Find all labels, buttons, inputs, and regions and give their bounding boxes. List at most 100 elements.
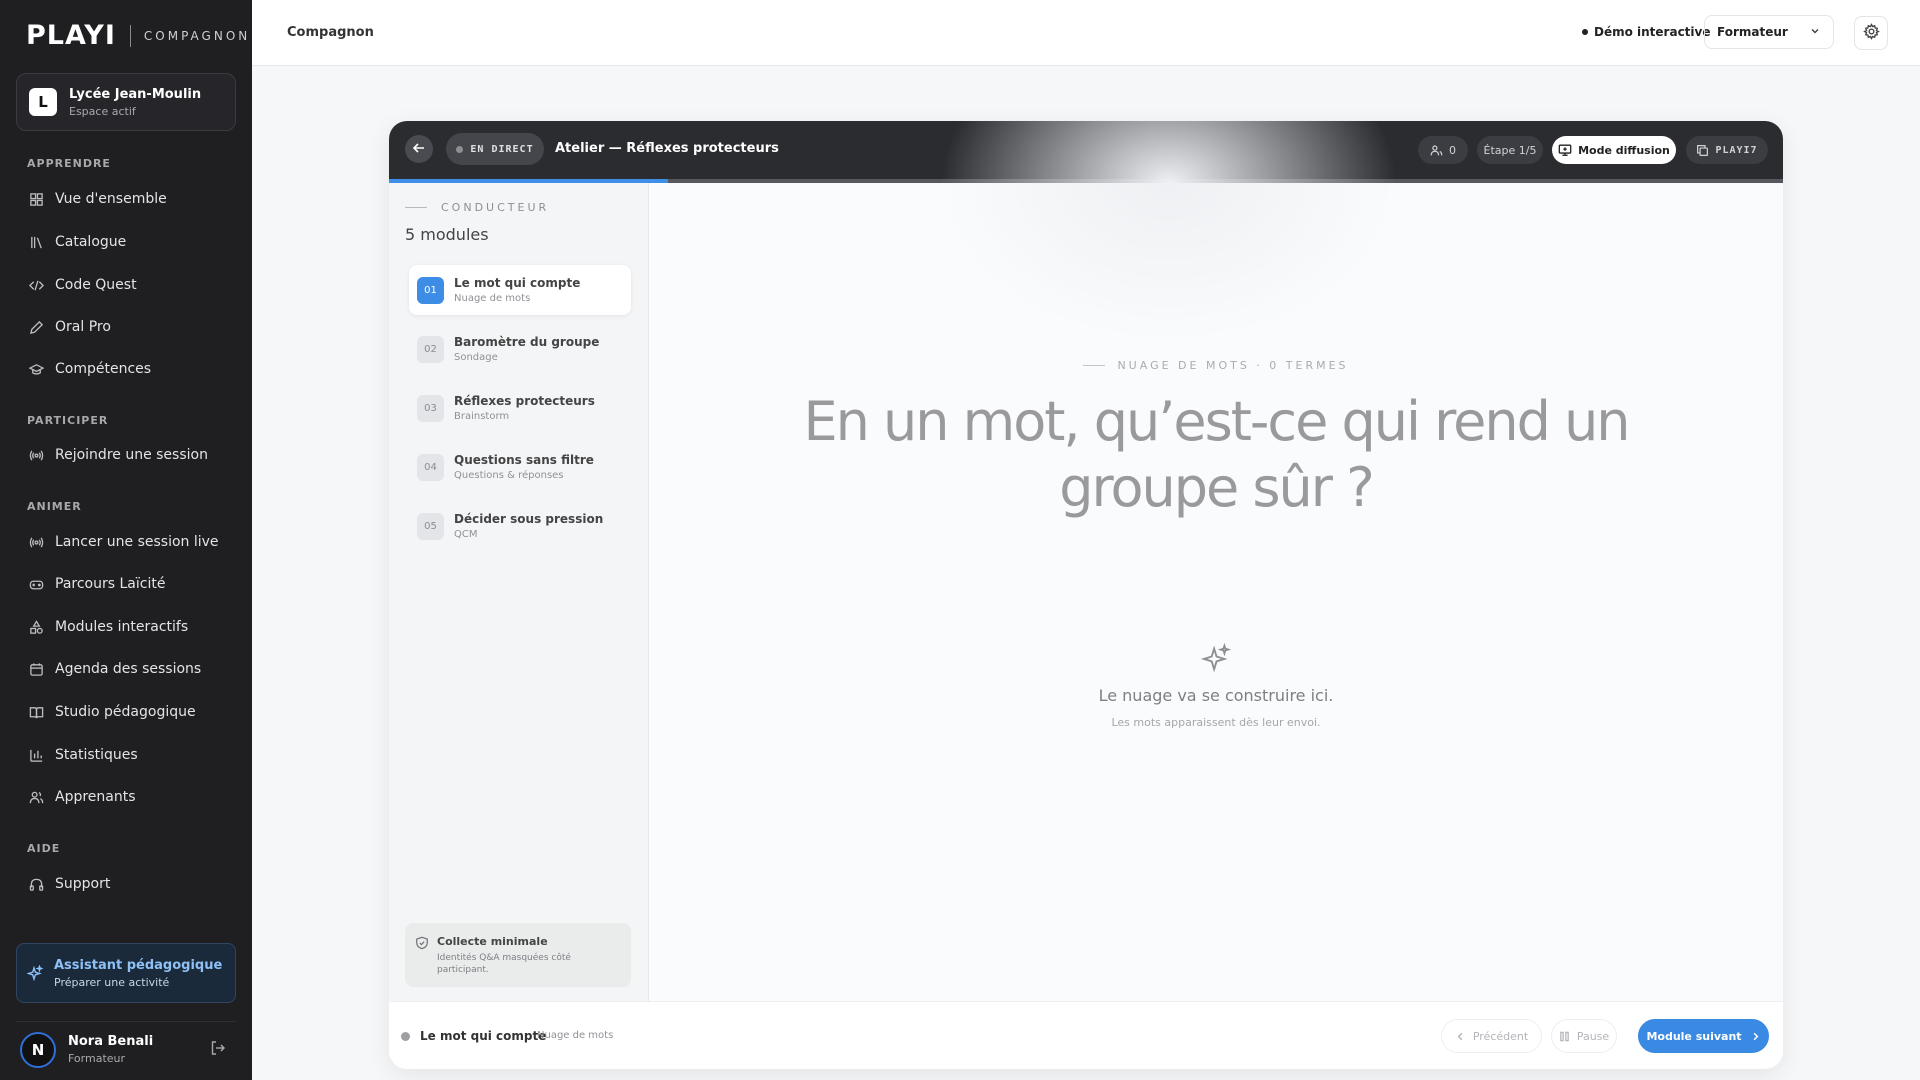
chevron-right-icon (1750, 1031, 1761, 1042)
module-list-panel: CONDUCTEUR 5 modules 01 Le mot qui compt… (389, 183, 649, 1001)
participants-badge[interactable]: 0 (1418, 136, 1468, 164)
module-number: 03 (417, 394, 444, 422)
module-count: 5 modules (405, 225, 489, 244)
conductor-label: CONDUCTEUR (405, 201, 549, 214)
assistant-title: Assistant pédagogique (54, 957, 223, 973)
module-type: QCM (454, 529, 478, 540)
module-item-4[interactable]: 04 Questions sans filtre Questions & rép… (409, 442, 631, 492)
demo-label: Démo interactive (1594, 25, 1711, 39)
module-item-5[interactable]: 05 Décider sous pression QCM (409, 501, 631, 551)
page-title: Compagnon (287, 25, 374, 40)
sidebar-item-catalogue[interactable]: Catalogue (16, 225, 236, 259)
chevron-down-icon (1809, 25, 1821, 40)
sidebar-item-label: Apprenants (55, 789, 136, 805)
module-item-1[interactable]: 01 Le mot qui compte Nuage de mots (409, 265, 631, 315)
sidebar-item-parcours-laicite[interactable]: Parcours Laïcité (16, 567, 236, 601)
status-dot (401, 1032, 410, 1041)
grid-icon (28, 191, 44, 207)
user-name: Nora Benali (68, 1034, 154, 1049)
role-select[interactable]: Formateur (1704, 15, 1834, 49)
broadcast-icon (28, 447, 44, 463)
users-icon (1430, 144, 1443, 157)
privacy-notice: Collecte minimale Identités Q&A masquées… (405, 923, 631, 987)
sidebar-item-competences[interactable]: Compétences (16, 352, 236, 386)
library-icon (28, 234, 44, 250)
status-dot (1582, 29, 1588, 35)
stage-label: NUAGE DE MOTS · 0 TERMES (649, 359, 1783, 372)
sidebar-item-vue-ensemble[interactable]: Vue d'ensemble (16, 182, 236, 216)
previous-button[interactable]: Précédent (1441, 1019, 1542, 1053)
sidebar-item-label: Catalogue (55, 234, 127, 250)
next-module-button[interactable]: Module suivant (1638, 1019, 1769, 1053)
session-title: Atelier — Réflexes protecteurs (555, 141, 779, 156)
sidebar-item-apprenants[interactable]: Apprenants (16, 780, 236, 814)
stage-label-text: NUAGE DE MOTS · 0 TERMES (1117, 359, 1349, 372)
shield-icon (415, 935, 429, 975)
module-item-3[interactable]: 03 Réflexes protecteurs Brainstorm (409, 383, 631, 433)
book-icon (28, 704, 44, 720)
sidebar-item-oral-pro[interactable]: Oral Pro (16, 310, 236, 344)
stage-glow (939, 121, 1399, 343)
workspace-avatar: L (29, 88, 57, 116)
sidebar-item-label: Oral Pro (55, 319, 111, 335)
broadcast-mode-button[interactable]: Mode diffusion (1552, 136, 1676, 164)
sidebar-item-rejoindre-session[interactable]: Rejoindre une session (16, 438, 236, 472)
current-module-title: Le mot qui compte (420, 1029, 547, 1043)
sidebar-item-label: Modules interactifs (55, 619, 189, 635)
brand-logo: PLAYI (26, 20, 116, 51)
brand-separator (129, 24, 131, 47)
step-label: Étape 1/5 (1483, 143, 1537, 157)
shapes-icon (28, 619, 44, 635)
sidebar-item-code-quest[interactable]: Code Quest (16, 268, 236, 302)
settings-button[interactable] (1854, 16, 1888, 50)
sidebar-item-label: Parcours Laïcité (55, 576, 166, 592)
copy-icon (1696, 144, 1709, 157)
sparkles-icon (27, 965, 43, 981)
sidebar-item-lancer-session[interactable]: Lancer une session live (16, 525, 236, 559)
privacy-text: Identités Q&A masquées côté participant. (437, 953, 571, 975)
sidebar-item-statistiques[interactable]: Statistiques (16, 738, 236, 772)
sidebar: PLAYI COMPAGNON L Lycée Jean-Moulin Espa… (0, 0, 252, 1080)
sidebar-item-label: Vue d'ensemble (55, 191, 167, 207)
pause-button[interactable]: Pause (1551, 1019, 1617, 1053)
nav-section-aide: AIDE (27, 842, 61, 855)
bar-chart-icon (28, 747, 44, 763)
sidebar-item-support[interactable]: Support (16, 867, 236, 901)
logout-icon[interactable] (210, 1040, 226, 1060)
module-item-2[interactable]: 02 Baromètre du groupe Sondage (409, 324, 631, 374)
avatar: N (20, 1031, 56, 1068)
user-role: Formateur (68, 1052, 126, 1065)
sidebar-item-studio[interactable]: Studio pédagogique (16, 695, 236, 729)
user-profile[interactable]: N Nora Benali Formateur (16, 1021, 236, 1071)
sparkles-icon (1200, 642, 1232, 677)
assistant-subtitle: Préparer une activité (54, 975, 170, 989)
module-type: Brainstorm (454, 411, 510, 422)
divider (405, 207, 427, 208)
gamepad-icon (28, 576, 44, 592)
module-title: Décider sous pression (454, 512, 604, 526)
headphones-icon (28, 876, 44, 892)
module-type: Sondage (454, 352, 498, 363)
participants-count: 0 (1449, 143, 1456, 157)
sidebar-item-label: Compétences (55, 361, 152, 377)
next-module-label: Module suivant (1646, 1029, 1742, 1043)
graduation-cap-icon (28, 361, 44, 377)
assistant-card[interactable]: Assistant pédagogique Préparer une activ… (16, 943, 236, 1003)
sidebar-item-modules-interactifs[interactable]: Modules interactifs (16, 610, 236, 644)
sidebar-item-agenda[interactable]: Agenda des sessions (16, 652, 236, 686)
calendar-icon (28, 661, 44, 677)
nav-section-animer: ANIMER (27, 500, 82, 513)
module-type: Nuage de mots (454, 293, 531, 304)
workspace-switcher[interactable]: L Lycée Jean-Moulin Espace actif (16, 73, 236, 131)
back-button[interactable] (405, 135, 433, 163)
session-code-button[interactable]: PLAYI7 (1686, 136, 1768, 164)
chevron-left-icon (1455, 1031, 1466, 1042)
empty-state-title: Le nuage va se construire ici. (1098, 686, 1334, 705)
previous-label: Précédent (1472, 1029, 1529, 1043)
sidebar-item-label: Lancer une session live (55, 534, 219, 550)
step-indicator: Étape 1/5 (1477, 136, 1543, 164)
pause-label: Pause (1576, 1029, 1610, 1043)
code-icon (28, 277, 44, 293)
broadcast-icon (28, 534, 44, 550)
brand[interactable]: PLAYI COMPAGNON (26, 20, 250, 51)
